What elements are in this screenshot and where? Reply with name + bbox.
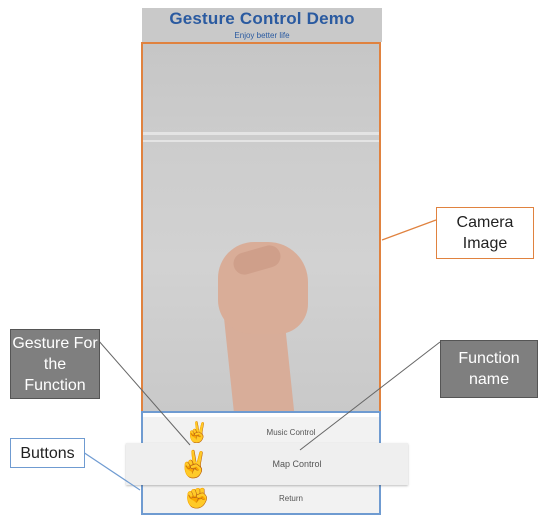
map-control-button[interactable]: ✌ Map Control: [126, 443, 408, 485]
return-button[interactable]: ✊ Return: [143, 483, 379, 513]
callout-gesture: Gesture For the Function: [10, 329, 100, 399]
app-title: Gesture Control Demo: [169, 9, 355, 28]
camera-view: [141, 42, 381, 413]
wall-molding: [143, 132, 379, 135]
return-label: Return: [278, 493, 303, 503]
callout-function-name: Function name: [440, 340, 538, 398]
app-header: Gesture Control Demo Enjoy better life: [142, 8, 382, 42]
wall-molding: [143, 140, 379, 142]
callout-camera-image: Camera Image: [436, 207, 534, 259]
app-subtitle: Enjoy better life: [234, 31, 290, 40]
callout-buttons: Buttons: [10, 438, 85, 468]
map-control-label: Map Control: [272, 459, 322, 469]
